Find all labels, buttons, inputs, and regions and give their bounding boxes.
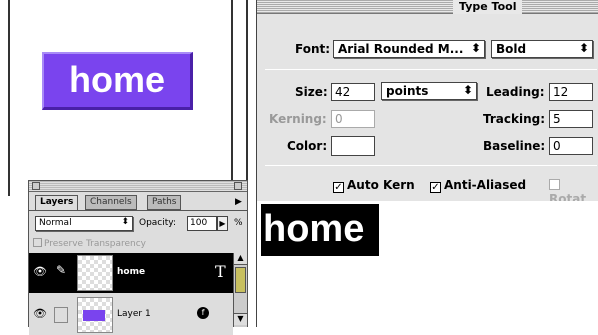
scroll-up-arrow-icon[interactable]: ▲ xyxy=(234,253,247,265)
type-layer-icon: T xyxy=(215,262,226,281)
auto-kern-label: Auto Kern xyxy=(347,178,415,192)
updown-caret-icon: ⬍ xyxy=(462,83,473,97)
tracking-label: Tracking: xyxy=(483,112,546,126)
size-input[interactable]: 42 xyxy=(331,83,375,101)
checkbox-box xyxy=(33,238,42,247)
scroll-down-arrow-icon[interactable]: ▼ xyxy=(234,313,247,325)
tab-divider xyxy=(29,210,247,211)
kerning-label: Kerning: xyxy=(269,112,327,126)
purple-swatch xyxy=(83,310,105,321)
anti-aliased-label: Anti-Aliased xyxy=(444,178,527,192)
anti-aliased-checkbox[interactable]: ✓ Anti-Aliased xyxy=(430,178,526,193)
layer-name: home xyxy=(117,267,146,277)
palette-title-bar[interactable] xyxy=(29,181,247,192)
size-label: Size: xyxy=(295,85,328,99)
opacity-input[interactable]: 100 xyxy=(187,216,217,231)
checkbox-box xyxy=(549,179,560,190)
color-label: Color: xyxy=(287,139,328,153)
checkmark-icon: ✓ xyxy=(333,182,344,193)
size-unit-select[interactable]: points ⬍ xyxy=(381,82,477,100)
size-unit-value: points xyxy=(386,84,429,98)
font-value: Arial Rounded M... xyxy=(338,42,464,56)
divider xyxy=(265,69,597,70)
layer-effects-icon: f xyxy=(197,307,209,319)
blend-mode-value: Normal xyxy=(39,218,72,228)
baseline-input[interactable]: 0 xyxy=(549,137,593,155)
palette-zoom-box[interactable] xyxy=(234,182,242,190)
opacity-label: Opacity: xyxy=(139,218,176,228)
layer-row-home[interactable]: 👁 ✎ home T xyxy=(29,253,233,293)
checkmark-icon: ✓ xyxy=(430,182,441,193)
layer-thumbnail xyxy=(77,297,113,333)
updown-caret-icon: ⬍ xyxy=(578,41,589,55)
tab-layers[interactable]: Layers xyxy=(35,195,79,211)
brush-icon[interactable]: ✎ xyxy=(51,263,71,283)
link-box-icon[interactable] xyxy=(54,307,68,323)
palette-menu-arrow-icon[interactable]: ▶ xyxy=(235,197,242,207)
divider xyxy=(265,165,597,166)
canvas-window-edge xyxy=(231,0,233,185)
tracking-input[interactable]: 5 xyxy=(549,110,593,128)
preserve-transparency-label: Preserve Transparency xyxy=(44,239,146,249)
layer-name: Layer 1 xyxy=(117,309,151,319)
leading-input[interactable]: 12 xyxy=(549,83,593,101)
updown-caret-icon: ⬍ xyxy=(121,217,129,227)
style-value: Bold xyxy=(496,42,527,56)
opacity-slider-arrow-icon[interactable]: ▶ xyxy=(217,216,228,231)
dialog-title: Type Tool xyxy=(453,0,523,14)
scroll-thumb[interactable] xyxy=(235,267,246,293)
opacity-unit: % xyxy=(234,218,243,228)
layer-row-layer-1[interactable]: 👁 Layer 1 f xyxy=(29,295,233,335)
canvas-home-button-graphic: home xyxy=(42,52,193,110)
canvas-window-edge xyxy=(8,0,10,196)
style-select[interactable]: Bold ⬍ xyxy=(491,40,593,58)
type-tool-dialog: Type Tool Font: Arial Rounded M... ⬍ Bol… xyxy=(256,0,598,206)
eye-icon[interactable]: 👁 xyxy=(31,265,49,281)
updown-caret-icon: ⬍ xyxy=(470,41,481,55)
kerning-input[interactable]: 0 xyxy=(331,110,375,128)
eye-icon[interactable]: 👁 xyxy=(31,307,49,323)
layer-thumbnail xyxy=(77,255,113,291)
canvas-window-edge xyxy=(246,0,248,185)
leading-label: Leading: xyxy=(486,85,545,99)
auto-kern-checkbox[interactable]: ✓ Auto Kern xyxy=(333,178,415,193)
color-swatch[interactable] xyxy=(331,136,375,156)
tab-paths[interactable]: Paths xyxy=(147,195,182,210)
dialog-title-bar[interactable]: Type Tool xyxy=(257,0,598,14)
tab-channels[interactable]: Channels xyxy=(85,195,137,210)
font-select[interactable]: Arial Rounded M... ⬍ xyxy=(333,40,485,58)
layers-scrollbar[interactable]: ▲ ▼ xyxy=(233,253,247,327)
baseline-label: Baseline: xyxy=(483,139,546,153)
font-label: Font: xyxy=(295,42,331,56)
blend-mode-select[interactable]: Normal ⬍ xyxy=(35,216,133,231)
preserve-transparency-checkbox[interactable]: Preserve Transparency xyxy=(33,238,146,249)
palette-close-box[interactable] xyxy=(32,182,40,190)
type-preview-area: home xyxy=(256,201,598,327)
layers-palette: Layers Channels Paths ▶ Normal ⬍ Opacity… xyxy=(28,180,248,335)
preview-text: home xyxy=(261,204,379,256)
